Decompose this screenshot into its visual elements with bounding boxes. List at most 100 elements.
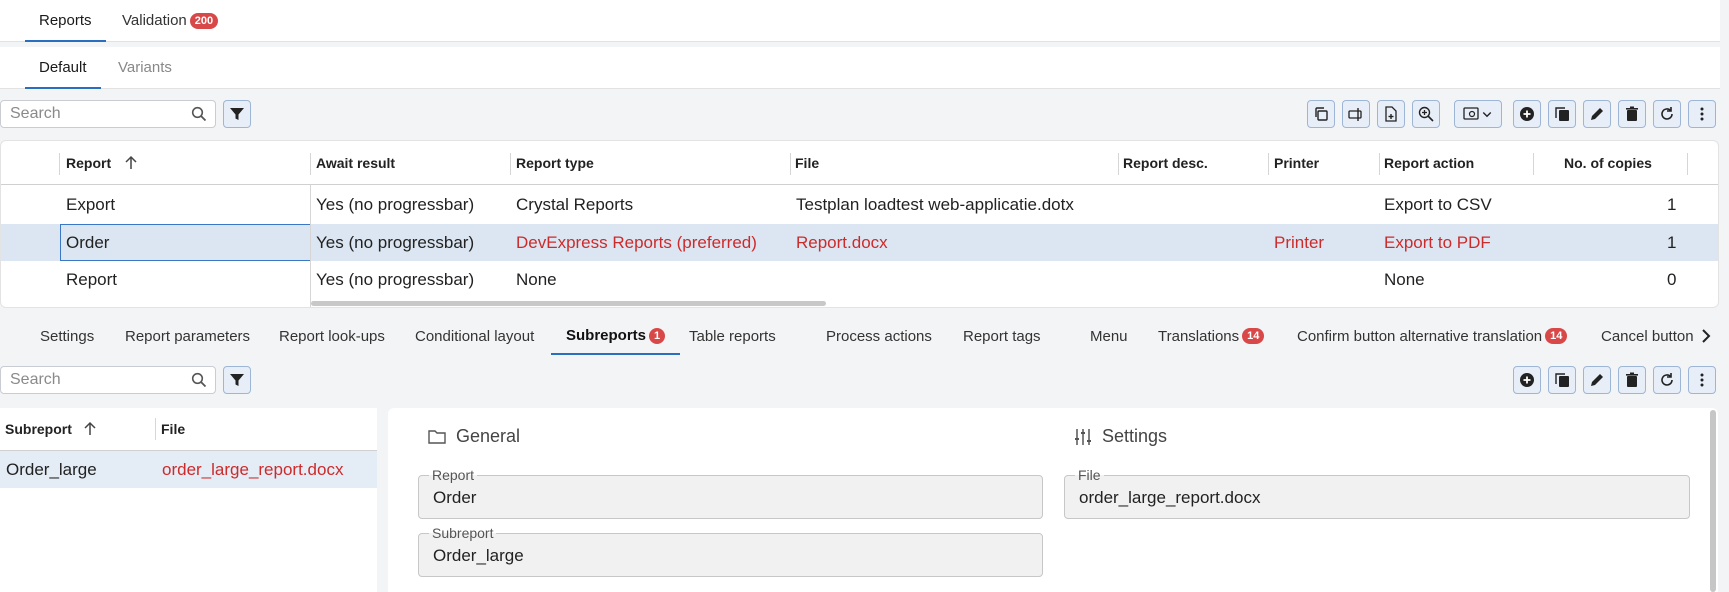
tab-default-label: Default — [39, 59, 87, 76]
tab-subreports-label: Subreports — [566, 327, 647, 344]
column-header-report-type[interactable]: Report type — [516, 141, 594, 185]
tab-report-tags[interactable]: Report tags — [963, 318, 1041, 354]
add-button[interactable] — [1513, 366, 1541, 394]
chevron-right-icon[interactable] — [1698, 328, 1714, 344]
rename-icon — [1348, 108, 1362, 121]
tab-confirm-button-translation-label: Confirm button alternative translation — [1297, 327, 1543, 345]
vertical-scrollbar[interactable] — [1710, 410, 1716, 592]
edit-button[interactable] — [1583, 100, 1611, 128]
chevron-down-icon — [1482, 112, 1492, 118]
subreport-search — [0, 366, 216, 394]
copy-button[interactable] — [1307, 100, 1335, 128]
tab-settings[interactable]: Settings — [40, 318, 94, 354]
sort-ascending-icon[interactable] — [123, 155, 139, 171]
cell-report[interactable]: Order — [60, 224, 311, 261]
table-row-selected[interactable]: Order Yes (no progressbar) DevExpress Re… — [1, 224, 1718, 261]
folder-icon — [428, 429, 446, 444]
column-header-await-result[interactable]: Await result — [316, 141, 395, 185]
tab-report-parameters[interactable]: Report parameters — [125, 318, 250, 354]
filter-icon — [230, 108, 244, 120]
column-header-file[interactable]: File — [161, 408, 185, 450]
cell-type: None — [516, 269, 557, 289]
table-row-selected[interactable]: Order_large order_large_report.docx — [0, 451, 377, 488]
more-button[interactable] — [1688, 366, 1716, 394]
cell-copies: 1 — [1667, 232, 1677, 252]
file-field-value: order_large_report.docx — [1079, 488, 1261, 507]
tab-variants[interactable]: Variants — [104, 47, 186, 88]
search-icon[interactable] — [191, 372, 207, 388]
sort-ascending-icon[interactable] — [82, 421, 98, 437]
tab-process-actions[interactable]: Process actions — [826, 318, 932, 354]
delete-icon — [1626, 372, 1638, 387]
tab-report-lookups[interactable]: Report look-ups — [279, 318, 385, 354]
search-input[interactable] — [1, 371, 151, 389]
delete-button[interactable] — [1618, 366, 1646, 394]
reports-grid: Report Await result Report type File Rep… — [0, 140, 1719, 308]
column-header-report-action[interactable]: Report action — [1384, 141, 1474, 185]
report-field-value: Order — [433, 488, 477, 507]
cell-subreport: Order_large — [6, 459, 97, 479]
search-input[interactable] — [1, 105, 151, 123]
cell-file: order_large_report.docx — [162, 459, 344, 479]
edit-button[interactable] — [1583, 366, 1611, 394]
tab-validation[interactable]: Validation 200 — [108, 0, 232, 41]
refresh-button[interactable] — [1653, 100, 1681, 128]
tab-variants-label: Variants — [118, 59, 172, 76]
column-separator — [510, 153, 511, 175]
tab-table-reports[interactable]: Table reports — [689, 318, 776, 354]
cell-type: Crystal Reports — [516, 194, 634, 214]
translations-count-badge: 14 — [1242, 328, 1265, 344]
tab-conditional-layout[interactable]: Conditional layout — [415, 318, 534, 354]
tab-confirm-button-translation[interactable]: Confirm button alternative translation 1… — [1297, 318, 1568, 354]
file-field[interactable]: File order_large_report.docx — [1064, 467, 1690, 519]
duplicate-button[interactable] — [1548, 100, 1576, 128]
column-header-copies[interactable]: No. of copies — [1564, 141, 1652, 185]
tab-default[interactable]: Default — [25, 47, 101, 89]
table-row[interactable]: Report Yes (no progressbar) None None 0 — [1, 261, 1718, 298]
column-header-file[interactable]: File — [795, 141, 819, 185]
refresh-button[interactable] — [1653, 366, 1681, 394]
subreport-form-panel: General Settings Report Order File order… — [388, 408, 1718, 592]
tab-subreports[interactable]: Subreports 1 — [551, 318, 681, 355]
preview-dropdown-button[interactable] — [1454, 100, 1502, 128]
more-button[interactable] — [1688, 100, 1716, 128]
refresh-icon — [1661, 107, 1673, 120]
cell-report: Export — [66, 194, 116, 214]
filter-button[interactable] — [223, 100, 251, 128]
header-divider — [1, 184, 1718, 185]
section-general: General — [428, 426, 520, 447]
cell-action: None — [1384, 269, 1425, 289]
tab-cancel-button[interactable]: Cancel button — [1601, 318, 1696, 354]
zoom-add-button[interactable] — [1412, 100, 1440, 128]
column-separator — [1533, 153, 1534, 175]
duplicate-button[interactable] — [1548, 366, 1576, 394]
filter-icon — [230, 374, 244, 386]
table-row[interactable]: Export Yes (no progressbar) Crystal Repo… — [1, 186, 1718, 223]
horizontal-scrollbar[interactable] — [311, 301, 826, 306]
column-header-printer[interactable]: Printer — [1274, 141, 1319, 185]
column-header-report-desc[interactable]: Report desc. — [1123, 141, 1208, 185]
delete-button[interactable] — [1618, 100, 1646, 128]
cell-action: Export to PDF — [1384, 232, 1491, 252]
search-icon[interactable] — [191, 106, 207, 122]
add-button[interactable] — [1513, 100, 1541, 128]
column-header-subreport[interactable]: Subreport — [5, 408, 98, 450]
report-field[interactable]: Report Order — [418, 467, 1043, 519]
column-divider — [310, 185, 311, 307]
variant-tab-bar: Default Variants — [0, 47, 1720, 89]
tab-reports[interactable]: Reports — [25, 0, 106, 42]
cell-type: DevExpress Reports (preferred) — [516, 232, 757, 252]
subreport-field[interactable]: Subreport Order_large — [418, 525, 1043, 577]
cell-copies: 0 — [1667, 269, 1677, 289]
tab-menu[interactable]: Menu — [1090, 318, 1128, 354]
filter-button[interactable] — [223, 366, 251, 394]
add-file-button[interactable] — [1377, 100, 1405, 128]
refresh-icon — [1661, 373, 1673, 386]
tab-translations[interactable]: Translations 14 — [1158, 318, 1265, 354]
column-separator — [790, 153, 791, 175]
rename-button[interactable] — [1342, 100, 1370, 128]
cell-file: Testplan loadtest web-applicatie.dotx — [796, 194, 1074, 214]
column-header-report[interactable]: Report — [66, 141, 139, 185]
edit-icon — [1591, 374, 1603, 386]
tab-translations-label: Translations — [1158, 327, 1240, 345]
